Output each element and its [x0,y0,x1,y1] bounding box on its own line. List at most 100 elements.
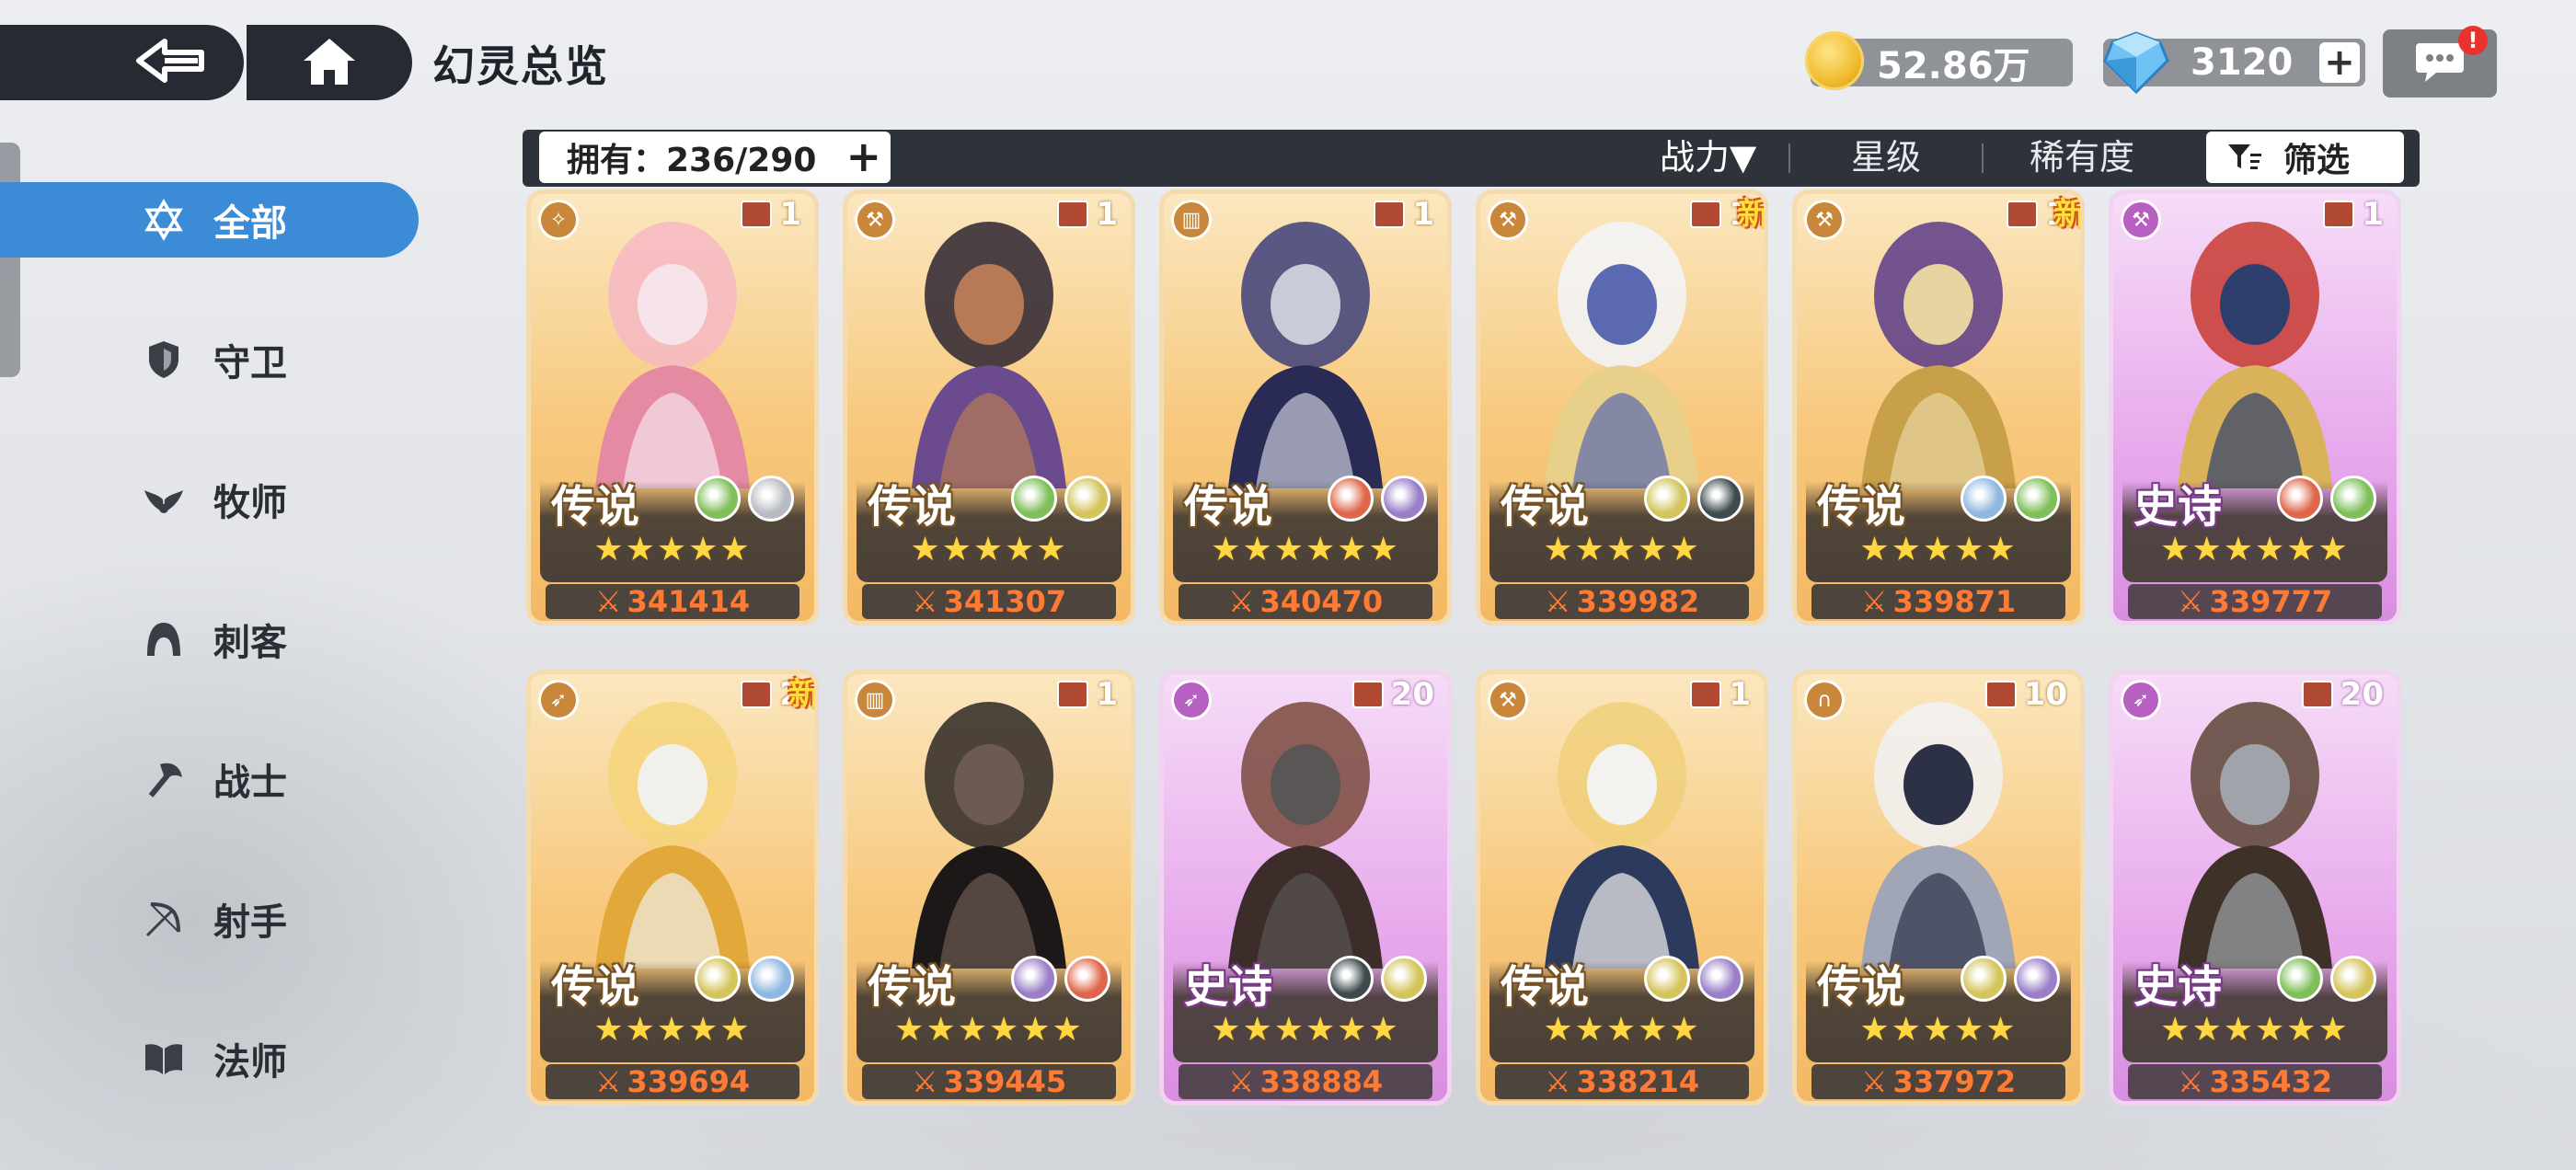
sidebar-item-all[interactable]: 全部 [0,182,419,258]
combat-power: ⚔ 337972 [1811,1064,2065,1099]
star-rating: ★★★★★ [1543,531,1701,568]
combat-power: ⚔ 341414 [546,584,799,619]
sort-by-rarity[interactable]: 稀有度 [2030,132,2134,183]
star-rating: ★★★★★★ [2160,1011,2350,1049]
hero-card[interactable]: ∩ 10 传说 ★★★★★ ⚔ 337972 [1792,670,2085,1106]
filter-label: 筛选 [2283,142,2351,179]
sidebar-item-assassin[interactable]: 刺客 [0,602,419,677]
expand-capacity-icon[interactable]: + [845,135,881,178]
hero-card[interactable]: ⚒ 1 新传说 ★★★★★ ⚔ 339982 [1476,189,1768,625]
coin-amount: 52.86万 [1877,45,2030,87]
combat-power: ⚔ 338884 [1179,1064,1432,1099]
hero-level: 20 [2301,676,2384,713]
nature-element-icon [2277,956,2323,1002]
combat-power-value: 339777 [2209,584,2333,619]
sidebar-item-mage[interactable]: 法师 [0,1021,419,1096]
hero-card[interactable]: ⚒ 1 传说 ★★★★★ ⚔ 338214 [1476,670,1768,1106]
hero-card[interactable]: ⚒ 1 新传说 ★★★★★ ⚔ 339871 [1792,189,2085,625]
wings-icon: ✧ [538,200,579,240]
book-icon [143,1038,185,1080]
crossed-swords-icon: ⚔ [2177,584,2204,619]
rarity-label: 传说 [551,481,640,533]
combat-power-value: 337972 [1892,1064,2017,1099]
star-rating: ★★★★★ [593,1011,752,1049]
sort-by-power[interactable]: 战力▼ [1660,132,1756,183]
wings-icon [143,478,185,521]
hero-level-value: 1 [1729,676,1751,713]
bow-icon: ➶ [1171,680,1212,720]
sidebar-item-archer[interactable]: 射手 [0,881,419,957]
back-button[interactable] [0,25,244,100]
sidebar-item-guard[interactable]: 守卫 [0,322,419,397]
hood-icon [143,618,185,660]
light-element-icon [1064,476,1110,522]
axe-icon: ⚒ [1488,200,1528,240]
rarity-label: 传说 [1501,481,1590,533]
combat-power-value: 335432 [2209,1064,2333,1099]
star-rating: ★★★★★ [1543,1011,1701,1049]
ice-element-icon [748,956,794,1002]
sidebar-item-label: 射手 [213,901,287,944]
combat-power-value: 341414 [627,584,751,619]
hero-portrait [1797,674,2080,969]
wind-element-icon [748,476,794,522]
nature-element-icon [2330,476,2376,522]
level-bars-icon [1690,201,1722,228]
gem-counter: 3120 + [2103,31,2365,95]
crossed-swords-icon: ⚔ [911,1064,938,1099]
hero-level: 10 [1984,676,2067,713]
crossed-swords-icon: ⚔ [594,1064,622,1099]
filter-button[interactable]: 筛选 [2206,132,2404,183]
star-rating: ★★★★★★ [1211,1011,1400,1049]
hero-portrait [1164,194,1447,488]
fire-element-icon [1328,476,1374,522]
combat-power: ⚔ 339871 [1811,584,2065,619]
combat-power-value: 340470 [1259,584,1384,619]
coin-counter: 52.86万 [1805,31,2073,90]
hero-card[interactable]: ▥ 1 传说 ★★★★★★ ⚔ 339445 [843,670,1135,1106]
chat-button[interactable]: ! [2383,26,2497,98]
sidebar-item-label: 战士 [213,762,287,804]
rarity-label: 史诗 [2133,961,2223,1013]
owned-count-box[interactable]: 拥有：236/290 + [539,132,891,183]
crossed-swords-icon: ⚔ [2177,1064,2204,1099]
hero-card[interactable]: ⚒ 1 史诗 ★★★★★★ ⚔ 339777 [2109,189,2401,625]
crossed-swords-icon: ⚔ [1227,1064,1255,1099]
sort-by-stars[interactable]: 星级 [1851,132,1921,183]
level-bars-icon [2301,681,2333,708]
hero-card[interactable]: ➶ 2 新传说 ★★★★★ ⚔ 339694 [526,670,819,1106]
hero-card[interactable]: ✧ 1 传说 ★★★★★ ⚔ 341414 [526,189,819,625]
hero-level-value: 1 [779,196,801,233]
hero-card[interactable]: ▥ 1 传说 ★★★★★★ ⚔ 340470 [1159,189,1452,625]
crossed-swords-icon: ⚔ [1544,1064,1571,1099]
sidebar-item-label: 法师 [213,1041,287,1084]
home-button[interactable] [247,25,412,100]
rarity-label: 传说 [1817,961,1906,1013]
crossed-swords-icon: ⚔ [1860,1064,1888,1099]
hero-level-value: 20 [2340,676,2384,713]
nature-element-icon [2014,476,2060,522]
bow-icon: ➶ [2121,680,2161,720]
sidebar-item-priest[interactable]: 牧师 [0,462,419,537]
level-bars-icon [1351,681,1384,708]
star-rating: ★★★★★★ [894,1011,1084,1049]
star-of-david-icon [143,199,185,241]
light-element-icon [695,956,741,1002]
rarity-label: 传说 [1501,961,1590,1013]
hero-card[interactable]: ⚒ 1 传说 ★★★★★ ⚔ 341307 [843,189,1135,625]
arcane-element-icon [2014,956,2060,1002]
hero-card[interactable]: ➶ 20 史诗 ★★★★★★ ⚔ 338884 [1159,670,1452,1106]
crossed-swords-icon: ⚔ [594,584,622,619]
combat-power-value: 341307 [943,584,1067,619]
sidebar-item-warrior[interactable]: 战士 [0,741,419,817]
combat-power: ⚔ 339777 [2128,584,2382,619]
axe-icon: ⚒ [2121,200,2161,240]
hero-card[interactable]: ➶ 20 史诗 ★★★★★★ ⚔ 335432 [2109,670,2401,1106]
add-gems-button[interactable]: + [2319,42,2360,83]
hero-portrait [1480,674,1764,969]
star-rating: ★★★★★ [593,531,752,568]
crossed-swords-icon: ⚔ [1227,584,1255,619]
combat-power: ⚔ 339982 [1495,584,1749,619]
hero-portrait [2113,194,2397,488]
light-element-icon [1644,956,1690,1002]
